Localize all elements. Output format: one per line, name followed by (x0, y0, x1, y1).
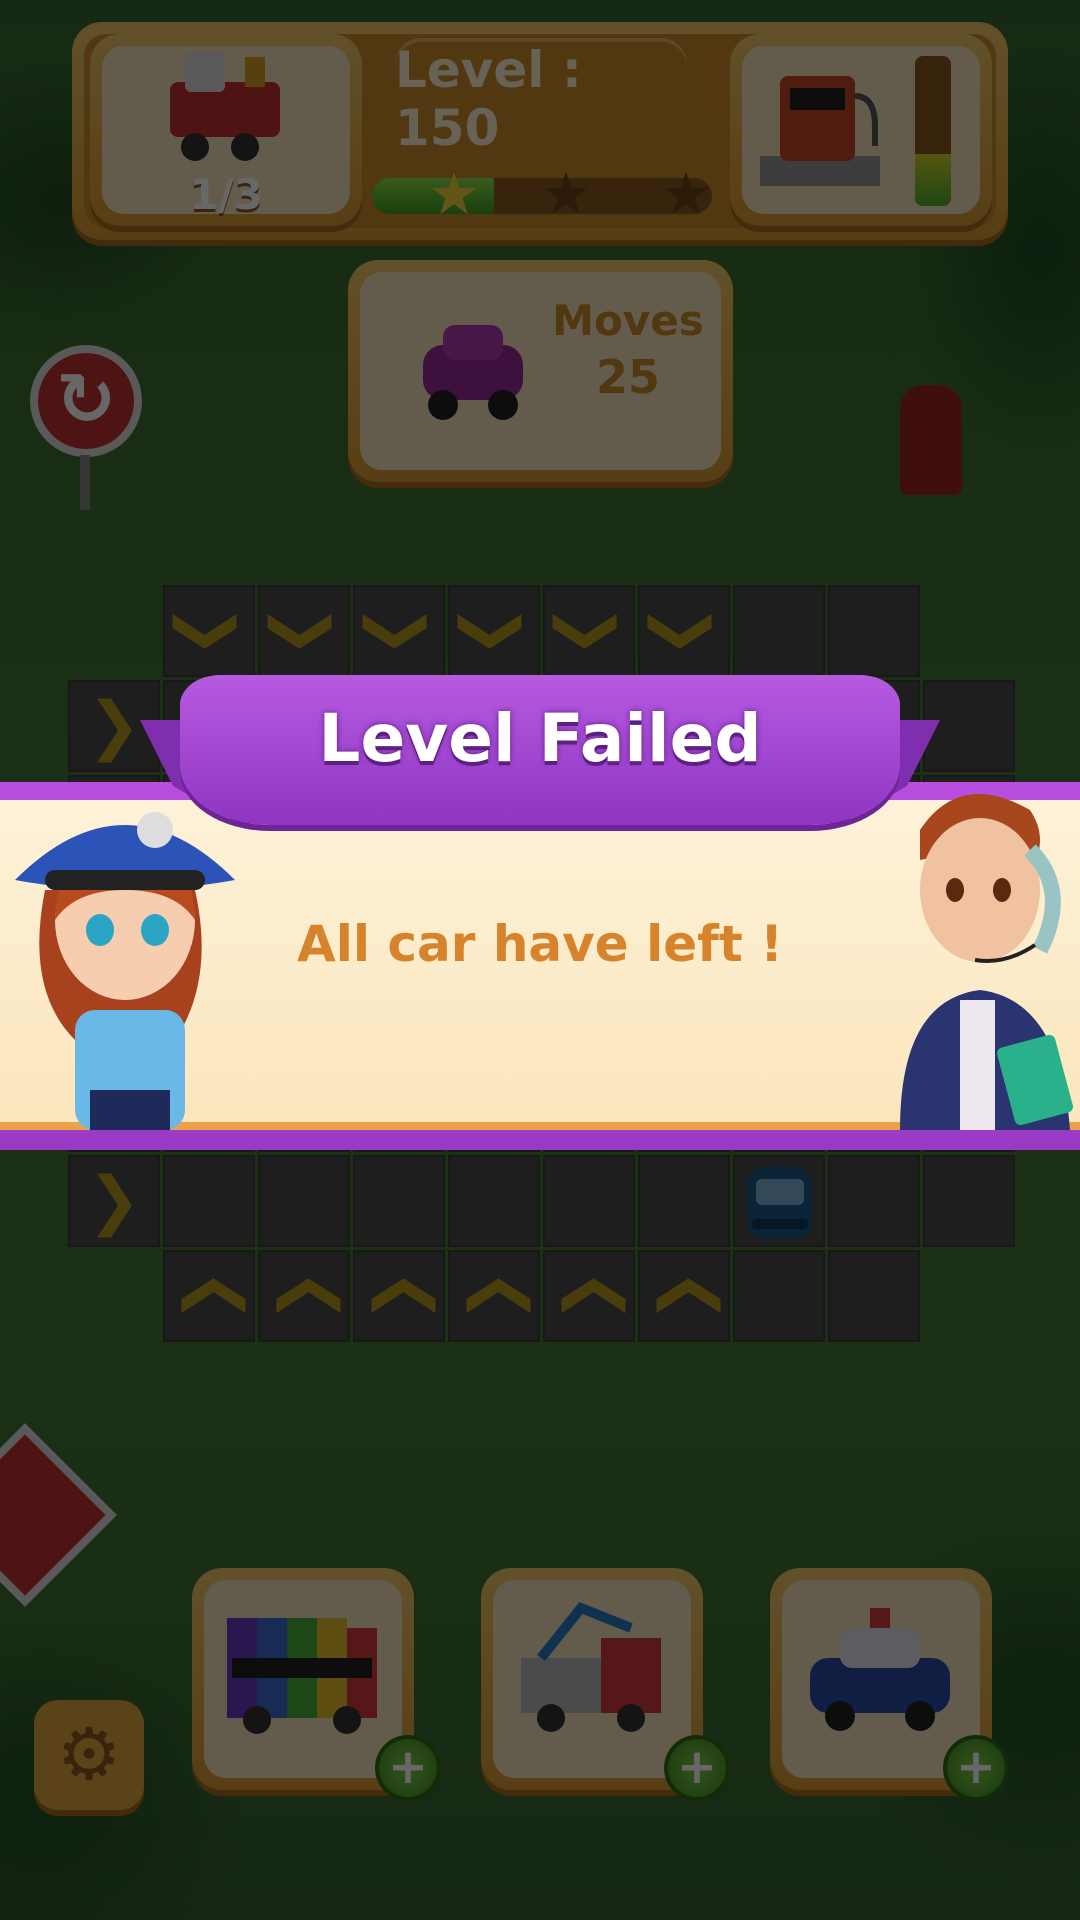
police-girl-character (15, 812, 235, 1130)
banner-title: Level Failed (318, 700, 762, 777)
operator-man-character (900, 794, 1073, 1130)
